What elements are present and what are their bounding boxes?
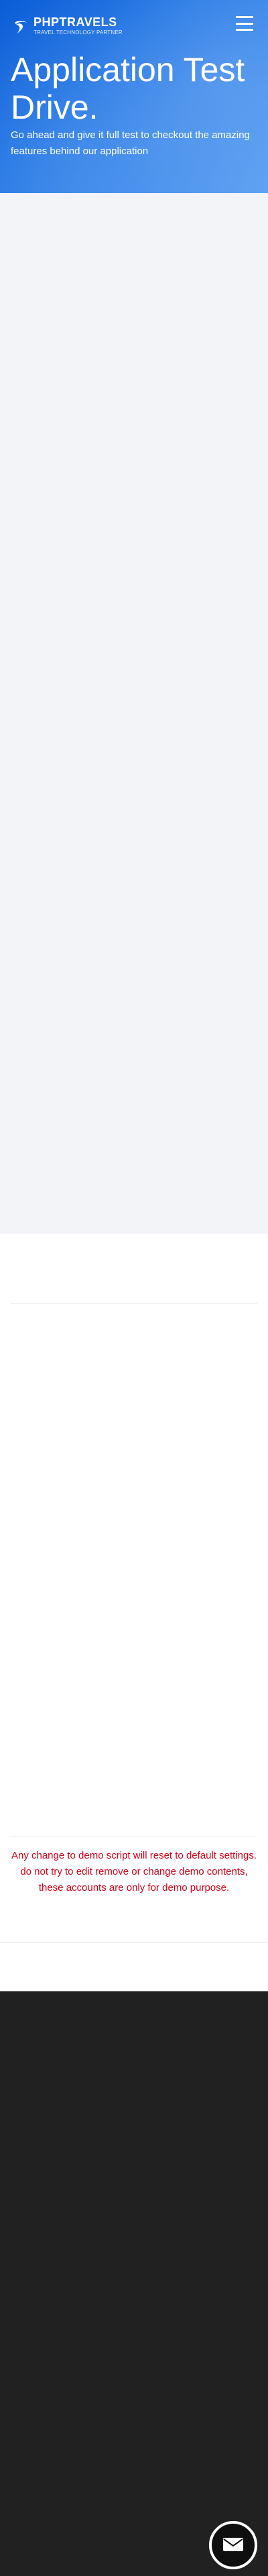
hamburger-menu-icon-bar: [236, 29, 253, 31]
hamburger-menu-button[interactable]: [236, 16, 253, 31]
hero-subtitle: Go ahead and give it full test to checko…: [11, 129, 250, 157]
brand-tagline: TRAVEL TECHNOLOGY PARTNER: [34, 30, 123, 36]
hero-title: Application Test Drive.: [11, 51, 245, 126]
hamburger-menu-icon-bar: [236, 22, 253, 25]
footer-separator: [0, 1942, 268, 1943]
footer: [0, 1991, 268, 2576]
mail-icon: [222, 2536, 245, 2555]
top-navbar: PHPTRAVELS TRAVEL TECHNOLOGY PARTNER: [0, 0, 268, 48]
hamburger-menu-icon: [236, 16, 253, 18]
demo-content-area: [0, 193, 268, 1234]
section-divider: [11, 1303, 257, 1304]
hero-section: PHPTRAVELS TRAVEL TECHNOLOGY PARTNER App…: [0, 0, 268, 193]
contact-mail-button[interactable]: [209, 2521, 257, 2569]
demo-reset-notice: Any change to demo script will reset to …: [11, 1850, 257, 1893]
brand-name: PHPTRAVELS: [34, 15, 117, 29]
page: PHPTRAVELS TRAVEL TECHNOLOGY PARTNER App…: [0, 0, 268, 2576]
brand-text: PHPTRAVELS TRAVEL TECHNOLOGY PARTNER: [34, 16, 123, 36]
content-spacer: [0, 1234, 268, 1303]
brand-logo[interactable]: PHPTRAVELS TRAVEL TECHNOLOGY PARTNER: [12, 16, 123, 36]
brand-logo-icon: [12, 17, 29, 35]
